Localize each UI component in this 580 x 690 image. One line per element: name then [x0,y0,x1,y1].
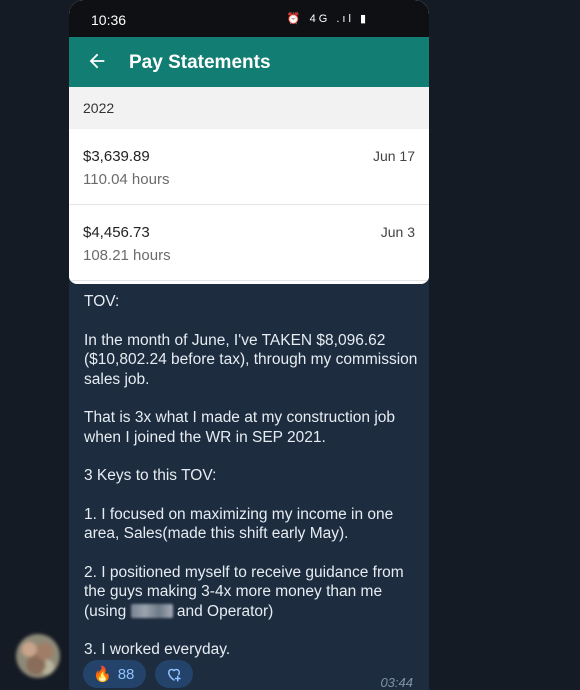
message-paragraph: 3 Keys to this TOV: [84,467,217,484]
statement-date: Jun 3 [380,224,415,240]
reaction-count: 88 [117,665,135,683]
message-heading: TOV: [84,293,120,310]
statement-row[interactable]: $3,639.89 110.04 hours Jun 17 [69,129,429,205]
statement-amount: $3,639.89 [83,148,150,165]
pay-statements-screenshot[interactable]: 10:36 ⏰ 4G .ıl ▮ Pay Statements 2022 $3,… [69,0,429,284]
message-paragraph: That is 3x what I made at my constructio… [84,409,395,446]
sender-avatar[interactable] [16,634,60,678]
statement-date: Jun 17 [372,148,415,164]
fire-icon: 🔥 [93,666,112,683]
statement-row[interactable]: $4,456.73 108.21 hours Jun 3 [69,205,429,281]
message-text-segment: and Operator) [176,602,274,620]
message-timestamp: 03:44 [380,675,413,690]
page-title: Pay Statements [129,52,271,73]
redacted-text [130,603,173,618]
add-reaction-button[interactable] [155,660,194,688]
reactions-bar: 🔥 88 [83,660,194,689]
app-bar: Pay Statements [69,37,429,87]
back-arrow-icon[interactable] [86,50,108,72]
status-icons: ⏰ 4G .ıl ▮ [286,13,369,25]
message-paragraph: 2. I positioned myself to receive guidan… [84,563,419,622]
heart-plus-icon [168,668,182,682]
year-section-header: 2022 [69,87,429,129]
fire-reaction-button[interactable]: 🔥 88 [83,660,147,688]
message-paragraph: 3. I worked everyday. [84,641,231,658]
year-label: 2022 [83,100,115,116]
message-bubble: 10:36 ⏰ 4G .ıl ▮ Pay Statements 2022 $3,… [69,0,429,690]
statement-hours: 108.21 hours [83,247,171,264]
statement-hours: 110.04 hours [83,171,170,188]
statement-amount: $4,456.73 [83,224,150,241]
message-text: TOV: In the month of June, I've TAKEN $8… [84,292,419,679]
message-paragraph: In the month of June, I've TAKEN $8,096.… [84,331,418,388]
message-paragraph: 1. I focused on maximizing my income in … [84,505,394,543]
status-time: 10:36 [91,12,127,28]
phone-status-bar: 10:36 ⏰ 4G .ıl ▮ [69,0,429,37]
